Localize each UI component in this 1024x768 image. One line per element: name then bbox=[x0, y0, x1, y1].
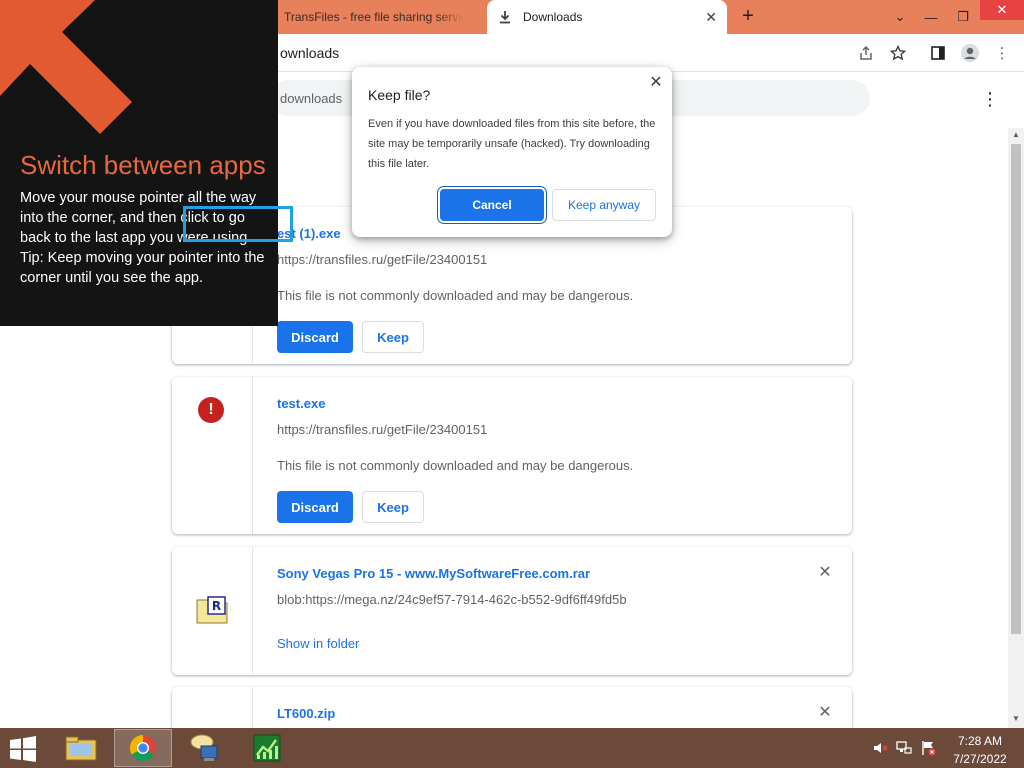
share-icon[interactable] bbox=[856, 43, 876, 63]
danger-warning-text: This file is not commonly downloaded and… bbox=[277, 458, 634, 473]
chrome-menu-icon[interactable]: ⋮ bbox=[992, 43, 1012, 63]
close-window-button[interactable]: ✕ bbox=[980, 0, 1024, 20]
remove-from-list-icon[interactable]: ✕ bbox=[816, 564, 834, 582]
tab-downloads[interactable]: Downloads ✕ bbox=[487, 0, 727, 34]
tab-transfiles[interactable]: TransFiles - free file sharing service bbox=[276, 0, 486, 34]
dialog-close-icon[interactable]: ✕ bbox=[646, 73, 666, 93]
keep-file-dialog: Keep file? ✕ Even if you have downloaded… bbox=[352, 67, 672, 237]
address-bar-url[interactable]: ownloads bbox=[280, 45, 339, 61]
keep-button[interactable]: Keep bbox=[362, 491, 424, 523]
system-tray bbox=[872, 740, 936, 756]
svg-text:R: R bbox=[212, 599, 221, 613]
remove-from-list-icon[interactable]: ✕ bbox=[816, 704, 834, 722]
taskbar bbox=[0, 728, 1024, 768]
clock-time[interactable]: 7:28 AM bbox=[954, 734, 1006, 748]
task-manager-icon[interactable] bbox=[238, 729, 296, 767]
discard-button[interactable]: Discard bbox=[277, 491, 353, 523]
start-button-windows-icon[interactable] bbox=[8, 736, 38, 762]
card-divider bbox=[252, 377, 253, 534]
scroll-down-arrow-icon[interactable]: ▼ bbox=[1010, 714, 1022, 724]
corner-arrow-icon bbox=[0, 0, 132, 134]
bookmark-star-icon[interactable] bbox=[888, 43, 908, 63]
discard-button[interactable]: Discard bbox=[277, 321, 353, 353]
download-item: ! test.exe https://transfiles.ru/getFile… bbox=[172, 377, 852, 534]
file-name-link[interactable]: Sony Vegas Pro 15 - www.MySoftwareFree.c… bbox=[277, 566, 590, 581]
scroll-up-arrow-icon[interactable]: ▲ bbox=[1010, 130, 1022, 140]
tab-downloads-label: Downloads bbox=[523, 10, 583, 24]
dialog-title: Keep file? bbox=[368, 87, 431, 103]
new-tab-button[interactable]: + bbox=[737, 5, 759, 27]
downloads-more-icon[interactable]: ⋮ bbox=[980, 88, 1000, 110]
cancel-button[interactable]: Cancel bbox=[440, 189, 544, 221]
clock-date[interactable]: 7/27/2022 bbox=[948, 752, 1012, 766]
scrollbar-thumb[interactable] bbox=[1011, 144, 1021, 634]
profile-avatar-icon[interactable] bbox=[960, 43, 980, 63]
downloads-search-text: downloads bbox=[280, 91, 343, 106]
tab-transfiles-label: TransFiles - free file sharing service bbox=[284, 10, 464, 24]
download-icon bbox=[499, 10, 511, 24]
file-explorer-icon[interactable] bbox=[52, 729, 110, 767]
dialog-message: Even if you have downloaded files from t… bbox=[368, 118, 656, 170]
tip-focus-highlight bbox=[183, 206, 293, 242]
restore-button[interactable]: ❐ bbox=[948, 0, 978, 34]
action-center-flag-icon[interactable] bbox=[920, 740, 936, 756]
tip-hint: Tip: Keep moving your pointer into the c… bbox=[20, 250, 265, 286]
rar-file-icon: R bbox=[196, 595, 230, 625]
keep-button[interactable]: Keep bbox=[362, 321, 424, 353]
danger-icon: ! bbox=[198, 397, 224, 423]
danger-warning-text: This file is not commonly downloaded and… bbox=[277, 288, 634, 303]
tab-close-icon[interactable]: ✕ bbox=[705, 9, 717, 25]
show-in-folder-link[interactable]: Show in folder bbox=[277, 636, 359, 651]
switch-apps-tip: Switch between apps Move your mouse poin… bbox=[0, 0, 278, 326]
card-divider bbox=[252, 547, 253, 675]
file-source-url: blob:https://mega.nz/24c9ef57-7914-462c-… bbox=[277, 592, 627, 607]
chrome-icon[interactable] bbox=[114, 729, 172, 767]
file-source-url: https://transfiles.ru/getFile/23400151 bbox=[277, 422, 488, 437]
minimize-button[interactable]: — bbox=[916, 0, 946, 34]
side-panel-icon[interactable] bbox=[928, 43, 948, 63]
tip-title: Switch between apps bbox=[20, 150, 266, 180]
network-app-icon[interactable] bbox=[176, 729, 234, 767]
download-item: R Sony Vegas Pro 15 - www.MySoftwareFree… bbox=[172, 547, 852, 675]
network-icon[interactable] bbox=[896, 740, 912, 756]
file-name-link[interactable]: LT600.zip bbox=[277, 706, 335, 721]
file-source-url: https://transfiles.ru/getFile/23400151 bbox=[277, 252, 488, 267]
tab-search-chevron-icon[interactable]: ⌄ bbox=[888, 0, 912, 34]
volume-muted-icon[interactable] bbox=[872, 740, 888, 756]
file-name-link[interactable]: test.exe bbox=[277, 396, 325, 411]
keep-anyway-button[interactable]: Keep anyway bbox=[552, 189, 656, 221]
